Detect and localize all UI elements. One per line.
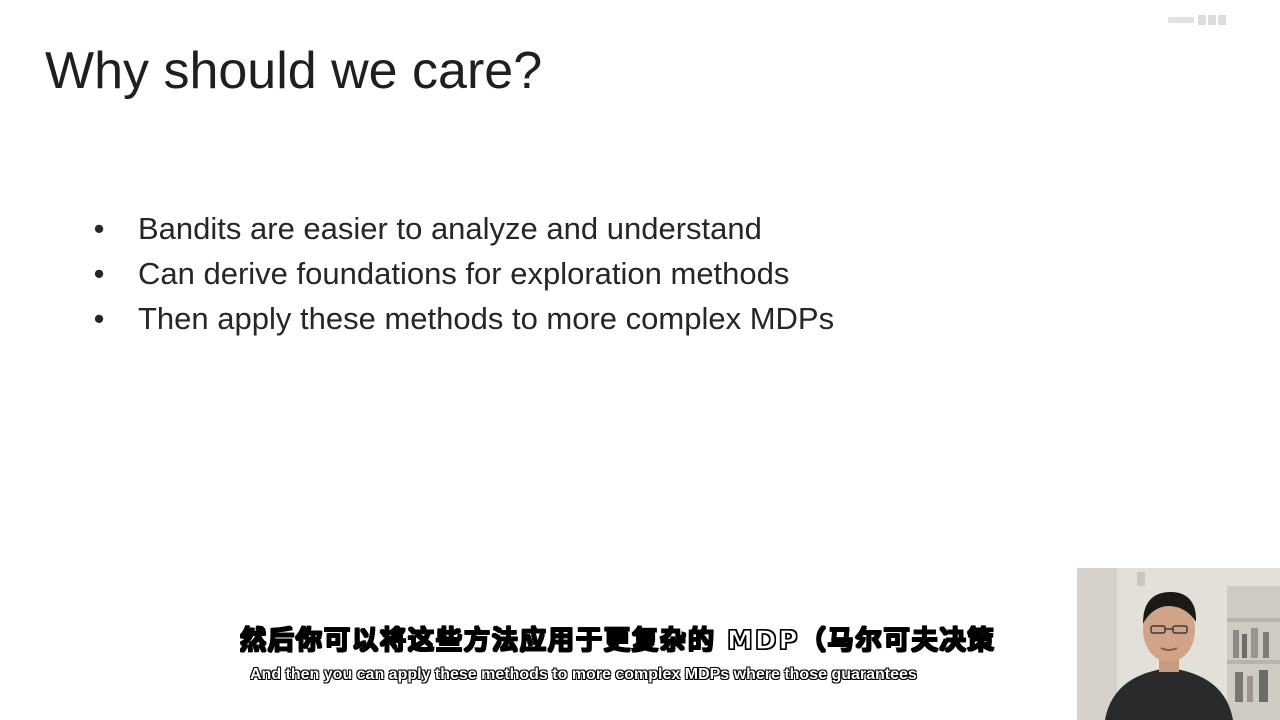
slide-title: Why should we care?	[45, 42, 543, 100]
watermark-logo	[1168, 14, 1228, 29]
bullet-item: • Bandits are easier to analyze and unde…	[92, 206, 834, 251]
bullet-text: Bandits are easier to analyze and unders…	[138, 211, 762, 246]
bullet-item: • Can derive foundations for exploration…	[92, 251, 834, 296]
bullet-marker: •	[93, 211, 105, 246]
bullet-item: • Then apply these methods to more compl…	[92, 296, 835, 341]
bullet-marker: •	[93, 256, 105, 291]
bullet-text: Then apply these methods to more complex…	[138, 301, 835, 336]
presenter-webcam	[1077, 568, 1280, 720]
subtitle-chinese: 然后你可以将这些方法应用于更复杂的 MDP（马尔可夫决策	[240, 625, 996, 656]
subtitle-english: And then you can apply these methods to …	[250, 666, 917, 683]
webcam-feed-icon	[1077, 568, 1280, 720]
lecture-slide: Why should we care? • Bandits are easier…	[0, 0, 1280, 720]
bullet-text: Can derive foundations for exploration m…	[138, 256, 790, 291]
bullet-list: • Bandits are easier to analyze and unde…	[92, 206, 835, 341]
bullet-marker: •	[93, 301, 105, 336]
